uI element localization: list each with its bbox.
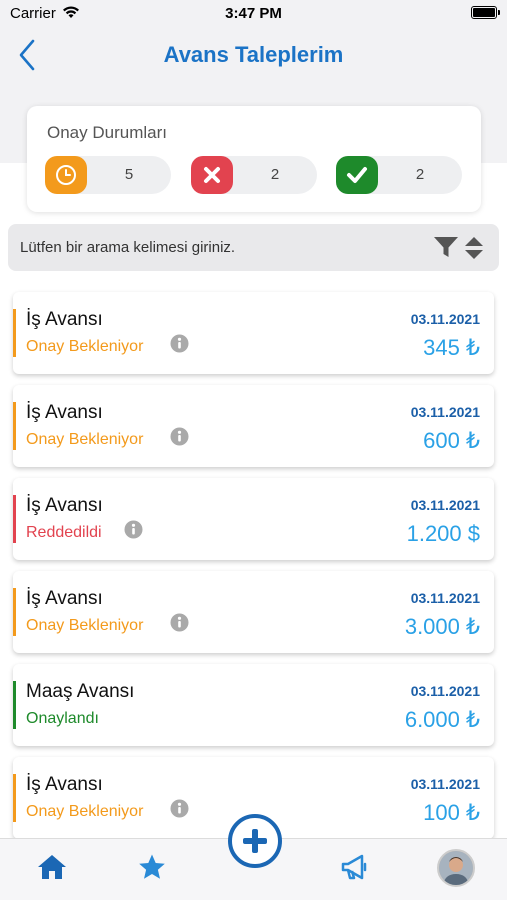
status-indicator-bar [13,495,16,543]
list-item[interactable]: İş Avansı Onay Bekleniyor 03.11.2021 3.0… [13,571,494,653]
request-status: Onay Bekleniyor [26,803,144,820]
avatar-image [439,851,473,885]
home-icon [38,855,66,879]
rejected-count-pill[interactable]: 2 [191,156,317,194]
approval-status-title: Onay Durumları [47,123,167,142]
list-item[interactable]: İş Avansı Onay Bekleniyor 03.11.2021 345… [13,292,494,374]
search-input[interactable]: Lütfen bir arama kelimesi giriniz. [20,239,235,256]
sort-icon[interactable] [464,235,484,266]
list-item[interactable]: İş Avansı Onay Bekleniyor 03.11.2021 600… [13,385,494,467]
profile-avatar[interactable] [437,849,475,887]
request-date: 03.11.2021 [410,404,480,420]
pending-count: 5 [124,166,134,183]
status-indicator-bar [13,588,16,636]
request-type: İş Avansı [26,588,103,609]
status-indicator-bar [13,681,16,729]
add-request-button[interactable] [228,814,282,868]
pending-count-pill[interactable]: 5 [45,156,171,194]
info-icon[interactable] [170,613,189,637]
filter-icon[interactable] [433,235,459,264]
x-icon [191,156,233,194]
status-indicator-bar [13,774,16,822]
request-amount: 100 ₺ [423,800,480,825]
search-bar[interactable]: Lütfen bir arama kelimesi giriniz. [8,224,499,271]
megaphone-icon [341,854,367,880]
request-status: Onay Bekleniyor [26,617,144,634]
request-date: 03.11.2021 [410,776,480,792]
info-icon[interactable] [170,427,189,451]
request-type: İş Avansı [26,495,103,516]
tab-announcements[interactable] [335,849,375,885]
request-status: Onaylandı [26,710,99,727]
request-status: Onay Bekleniyor [26,431,144,448]
request-date: 03.11.2021 [410,683,480,699]
list-item[interactable]: Maaş Avansı Onaylandı 03.11.2021 6.000 ₺ [13,664,494,746]
request-date: 03.11.2021 [410,497,480,513]
approved-count-pill[interactable]: 2 [336,156,462,194]
tab-favorites[interactable] [132,849,172,885]
request-date: 03.11.2021 [410,311,480,327]
approved-count: 2 [415,166,425,183]
request-type: İş Avansı [26,402,103,423]
rejected-count: 2 [270,166,280,183]
list-item[interactable]: İş Avansı Reddedildi 03.11.2021 1.200 $ [13,478,494,560]
approval-status-card: Onay Durumları 5 2 2 [27,106,481,212]
request-amount: 1.200 $ [406,521,480,546]
page-title: Avans Taleplerim [163,42,344,67]
tab-home[interactable] [32,849,72,885]
request-status: Onay Bekleniyor [26,338,144,355]
request-type: İş Avansı [26,774,103,795]
star-icon [139,854,165,879]
status-indicator-bar [13,402,16,450]
battery-icon [471,6,500,19]
request-type: Maaş Avansı [26,681,135,702]
request-date: 03.11.2021 [410,590,480,606]
request-status: Reddedildi [26,524,102,541]
request-type: İş Avansı [26,309,103,330]
request-amount: 600 ₺ [423,428,480,453]
status-bar: Carrier 3:47 PM [0,0,507,28]
status-indicator-bar [13,309,16,357]
info-icon[interactable] [170,334,189,358]
info-icon[interactable] [170,799,189,823]
request-amount: 345 ₺ [423,335,480,360]
info-icon[interactable] [124,520,143,544]
request-amount: 6.000 ₺ [404,707,480,732]
check-icon [336,156,378,194]
request-amount: 3.000 ₺ [404,614,480,639]
clock: 3:47 PM [225,5,282,22]
clock-icon [45,156,87,194]
